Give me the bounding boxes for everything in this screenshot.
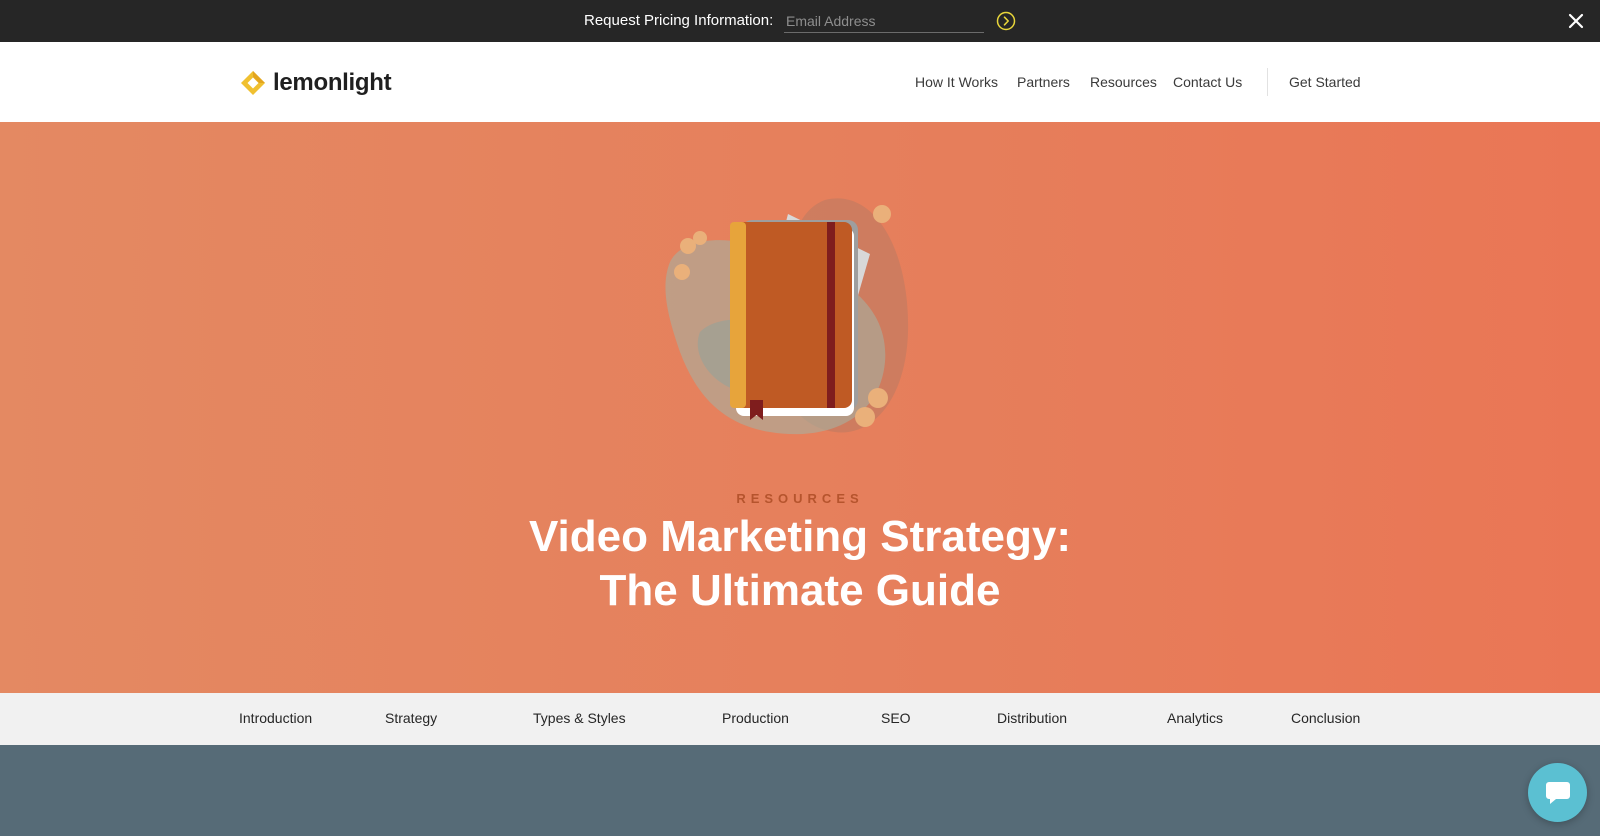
section-link-types-styles[interactable]: Types & Styles (533, 710, 626, 726)
page-title: Video Marketing Strategy: The Ultimate G… (0, 510, 1600, 618)
hero-eyebrow: RESOURCES (736, 491, 864, 506)
nav-partners[interactable]: Partners (1017, 74, 1070, 90)
pricing-banner: Request Pricing Information: (0, 0, 1600, 42)
content-section-band (0, 745, 1600, 836)
close-icon[interactable] (1566, 11, 1586, 31)
section-link-analytics[interactable]: Analytics (1167, 710, 1223, 726)
email-input[interactable] (784, 9, 984, 33)
nav-get-started[interactable]: Get Started (1289, 74, 1361, 90)
page-title-line-2: The Ultimate Guide (599, 566, 1001, 615)
site-header: lemonlight How It Works Partners Resourc… (0, 42, 1600, 122)
page-title-line-1: Video Marketing Strategy: (529, 512, 1071, 561)
lemon-diamond-logo (241, 71, 265, 95)
nav-contact-us[interactable]: Contact Us (1173, 74, 1242, 90)
section-link-production[interactable]: Production (722, 710, 789, 726)
pricing-banner-label: Request Pricing Information: (584, 12, 774, 29)
logo[interactable]: lemonlight (239, 68, 392, 98)
hero-section: RESOURCES Video Marketing Strategy: The … (0, 122, 1600, 693)
section-link-strategy[interactable]: Strategy (385, 710, 437, 726)
nav-how-it-works[interactable]: How It Works (915, 74, 998, 90)
section-link-seo[interactable]: SEO (881, 710, 911, 726)
section-link-distribution[interactable]: Distribution (997, 710, 1067, 726)
logo-text: lemonlight (273, 69, 392, 96)
chat-bubble-icon (1546, 782, 1570, 804)
nav-divider (1267, 68, 1268, 96)
nav-resources[interactable]: Resources (1090, 74, 1157, 90)
notebook-icon (665, 198, 909, 435)
section-nav: Introduction Strategy Types & Styles Pro… (0, 693, 1600, 745)
arrow-circle-right-icon[interactable] (996, 11, 1016, 31)
chat-button[interactable] (1528, 763, 1587, 822)
section-link-introduction[interactable]: Introduction (239, 710, 312, 726)
section-link-conclusion[interactable]: Conclusion (1291, 710, 1360, 726)
